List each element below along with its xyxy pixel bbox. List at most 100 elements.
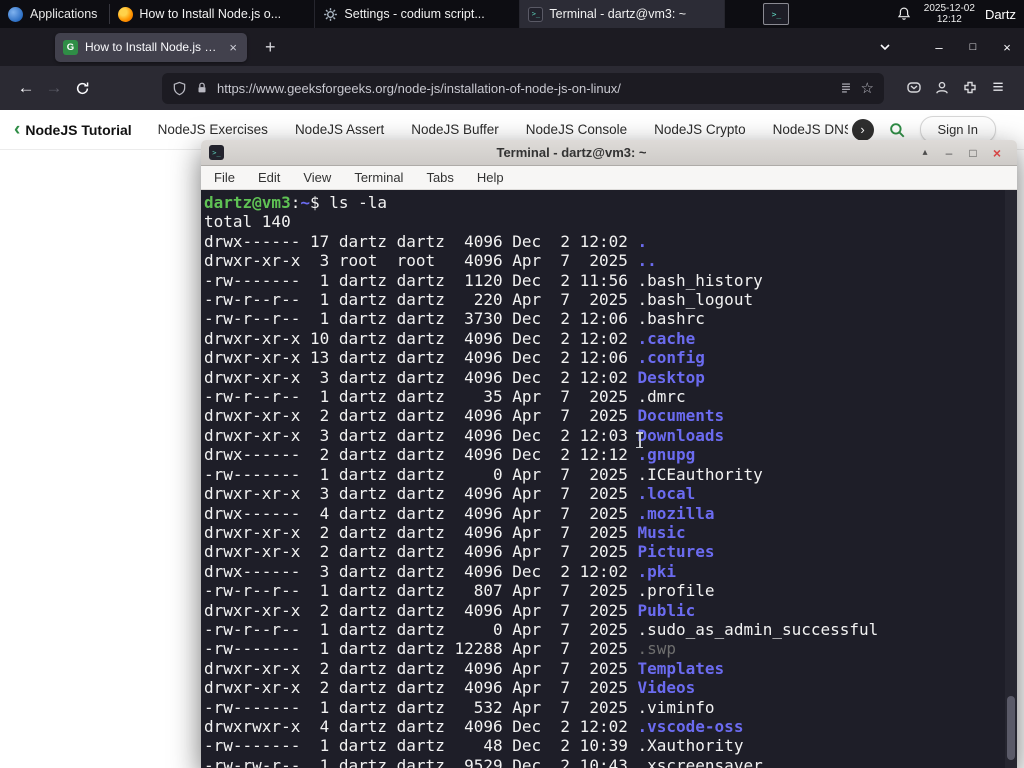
terminal-window: >_ Terminal - dartz@vm3: ~ ▴ – □ × File … bbox=[201, 140, 1017, 768]
shade-button[interactable]: ▴ bbox=[913, 147, 937, 158]
terminal-output-line: -rw-r--r-- 1 dartz dartz 0 Apr 7 2025 .s… bbox=[204, 619, 879, 639]
window-button-label: Terminal - dartz@vm3: ~ bbox=[549, 7, 687, 21]
terminal-output-line: -rw-rw-r-- 1 dartz dartz 9529 Dec 2 10:4… bbox=[204, 756, 1003, 768]
new-tab-button[interactable]: + bbox=[259, 37, 282, 58]
nav-link-nodejs-exercises[interactable]: NodeJS Exercises bbox=[158, 122, 268, 137]
terminal-output-line: -rw-r--r-- 1 dartz dartz 807 Apr 7 2025 … bbox=[204, 581, 715, 601]
terminal-output-line: drwxr-xr-x 2 dartz dartz 4096 Apr 7 2025… bbox=[204, 658, 725, 678]
terminal-output-line: drwxr-xr-x 2 dartz dartz 4096 Apr 7 2025… bbox=[204, 406, 725, 426]
window-button-label: How to Install Node.js o... bbox=[139, 7, 282, 21]
firefox-icon bbox=[118, 6, 134, 22]
terminal-output-line: drwxr-xr-x 13 dartz dartz 4096 Dec 2 12:… bbox=[204, 348, 705, 368]
menu-view[interactable]: View bbox=[303, 170, 331, 185]
applications-label: Applications bbox=[30, 7, 98, 21]
panel-window-button-terminal[interactable]: >_ Terminal - dartz@vm3: ~ bbox=[520, 0, 726, 28]
terminal-titlebar[interactable]: >_ Terminal - dartz@vm3: ~ ▴ – □ × bbox=[201, 140, 1017, 166]
top-panel: Applications How to Install Node.js o...… bbox=[0, 0, 1024, 28]
file-name: .. bbox=[637, 251, 657, 271]
close-button[interactable]: × bbox=[985, 145, 1009, 161]
file-name: .xscreensaver bbox=[637, 755, 763, 768]
nav-link-nodejs-dns[interactable]: NodeJS DNS bbox=[773, 122, 848, 137]
file-name: Music bbox=[637, 522, 686, 542]
clock-time: 12:12 bbox=[936, 14, 962, 25]
file-name: .gnupg bbox=[637, 445, 696, 465]
user-label[interactable]: Dartz bbox=[985, 7, 1016, 22]
menu-edit[interactable]: Edit bbox=[258, 170, 280, 185]
clock-date: 2025-12-02 bbox=[923, 2, 975, 14]
nav-link-nodejs-console[interactable]: NodeJS Console bbox=[526, 122, 627, 137]
panel-window-button-firefox[interactable]: How to Install Node.js o... bbox=[110, 0, 316, 28]
applications-menu-button[interactable]: Applications bbox=[0, 0, 109, 28]
pocket-icon[interactable] bbox=[900, 80, 928, 96]
terminal-output-line: drwxr-xr-x 3 root root 4096 Apr 7 2025 .… bbox=[204, 251, 657, 271]
chevron-left-icon[interactable]: ‹ bbox=[14, 120, 20, 139]
reload-button[interactable] bbox=[68, 81, 96, 96]
menu-file[interactable]: File bbox=[214, 170, 235, 185]
file-name: Desktop bbox=[637, 367, 705, 387]
terminal-output-line: drwx------ 4 dartz dartz 4096 Apr 7 2025… bbox=[204, 503, 715, 523]
panel-window-button-settings[interactable]: Settings - codium script... bbox=[315, 0, 521, 28]
hamburger-menu-icon[interactable]: ≡ bbox=[984, 77, 1012, 99]
terminal-output-line: drwxr-xr-x 3 dartz dartz 4096 Dec 2 12:0… bbox=[204, 425, 725, 445]
terminal-output-line: -rw-r--r-- 1 dartz dartz 35 Apr 7 2025 .… bbox=[204, 387, 686, 407]
lock-icon[interactable] bbox=[195, 81, 209, 95]
search-icon[interactable] bbox=[882, 121, 912, 139]
browser-minimize-button[interactable]: – bbox=[922, 40, 956, 55]
browser-maximize-button[interactable]: □ bbox=[956, 41, 990, 53]
maximize-button[interactable]: □ bbox=[961, 146, 985, 160]
reader-mode-icon[interactable] bbox=[839, 81, 853, 95]
url-text[interactable]: https://www.geeksforgeeks.org/node-js/in… bbox=[217, 81, 831, 96]
navigation-toolbar: ← → https://www.geeksforgeeks.org/node-j… bbox=[0, 66, 1024, 110]
file-name: . bbox=[637, 231, 648, 251]
url-bar[interactable]: https://www.geeksforgeeks.org/node-js/in… bbox=[162, 72, 884, 104]
file-name: .ICEauthority bbox=[637, 464, 763, 484]
applications-icon bbox=[8, 6, 23, 22]
file-name: .Xauthority bbox=[637, 736, 744, 756]
clock[interactable]: 2025-12-02 12:12 bbox=[924, 3, 975, 26]
nav-tutorial[interactable]: ‹ NodeJS Tutorial bbox=[14, 120, 132, 139]
minimize-button[interactable]: – bbox=[937, 146, 961, 160]
terminal-output-line: drwxr-xr-x 2 dartz dartz 4096 Apr 7 2025… bbox=[204, 522, 686, 542]
list-tabs-button[interactable] bbox=[878, 40, 892, 54]
terminal-output-line: -rw------- 1 dartz dartz 1120 Dec 2 11:5… bbox=[204, 270, 763, 290]
tab-bar: G How to Install Node.js on... × + – □ × bbox=[0, 28, 1024, 66]
terminal-scrollbar-thumb[interactable] bbox=[1007, 696, 1015, 760]
file-name: Downloads bbox=[637, 425, 725, 445]
extensions-icon[interactable] bbox=[956, 80, 984, 96]
tab-close-icon[interactable]: × bbox=[227, 40, 239, 55]
notification-bell-icon[interactable] bbox=[894, 4, 914, 24]
file-name: .pki bbox=[637, 561, 677, 581]
terminal-window-icon: >_ bbox=[209, 145, 224, 160]
browser-close-button[interactable]: × bbox=[990, 40, 1024, 55]
terminal-command: ls -la bbox=[329, 193, 388, 212]
prompt-user-host: dartz@vm3 bbox=[204, 193, 291, 212]
nav-link-nodejs-crypto[interactable]: NodeJS Crypto bbox=[654, 122, 746, 137]
menu-tabs[interactable]: Tabs bbox=[426, 170, 453, 185]
forward-button[interactable]: → bbox=[40, 78, 68, 98]
back-button[interactable]: ← bbox=[12, 78, 40, 98]
file-name: Templates bbox=[637, 658, 725, 678]
terminal-scrollbar[interactable] bbox=[1005, 190, 1017, 768]
file-name: .bash_history bbox=[637, 270, 763, 290]
file-name: .dmrc bbox=[637, 387, 686, 407]
tab-nodejs-install[interactable]: G How to Install Node.js on... × bbox=[55, 32, 247, 62]
file-name: .sudo_as_admin_successful bbox=[637, 619, 879, 639]
terminal-menubar: File Edit View Terminal Tabs Help bbox=[201, 166, 1017, 190]
nav-scroll-right-button[interactable]: › bbox=[851, 118, 874, 141]
nav-link-nodejs-buffer[interactable]: NodeJS Buffer bbox=[411, 122, 499, 137]
terminal-icon: >_ bbox=[528, 6, 544, 22]
terminal-output-line: drwxrwxr-x 4 dartz dartz 4096 Dec 2 12:0… bbox=[204, 716, 744, 736]
account-icon[interactable] bbox=[928, 80, 956, 96]
bookmark-star-icon[interactable]: ☆ bbox=[861, 79, 874, 97]
menu-help[interactable]: Help bbox=[477, 170, 504, 185]
terminal-output-line: -rw------- 1 dartz dartz 48 Dec 2 10:39 … bbox=[204, 736, 744, 756]
terminal-prompt-line: dartz@vm3:~$ ls -la bbox=[204, 193, 388, 212]
nav-link-nodejs-assert[interactable]: NodeJS Assert bbox=[295, 122, 384, 137]
nav-tutorial-label: NodeJS Tutorial bbox=[25, 121, 132, 138]
ibeam-mouse-cursor bbox=[635, 432, 644, 448]
menu-terminal[interactable]: Terminal bbox=[354, 170, 403, 185]
sign-in-button[interactable]: Sign In bbox=[919, 116, 996, 143]
tracking-shield-icon[interactable] bbox=[172, 81, 187, 96]
tray-terminal-icon[interactable]: >_ bbox=[763, 3, 790, 25]
terminal-content[interactable]: dartz@vm3:~$ ls -la total 140 drwx------… bbox=[201, 190, 1017, 768]
